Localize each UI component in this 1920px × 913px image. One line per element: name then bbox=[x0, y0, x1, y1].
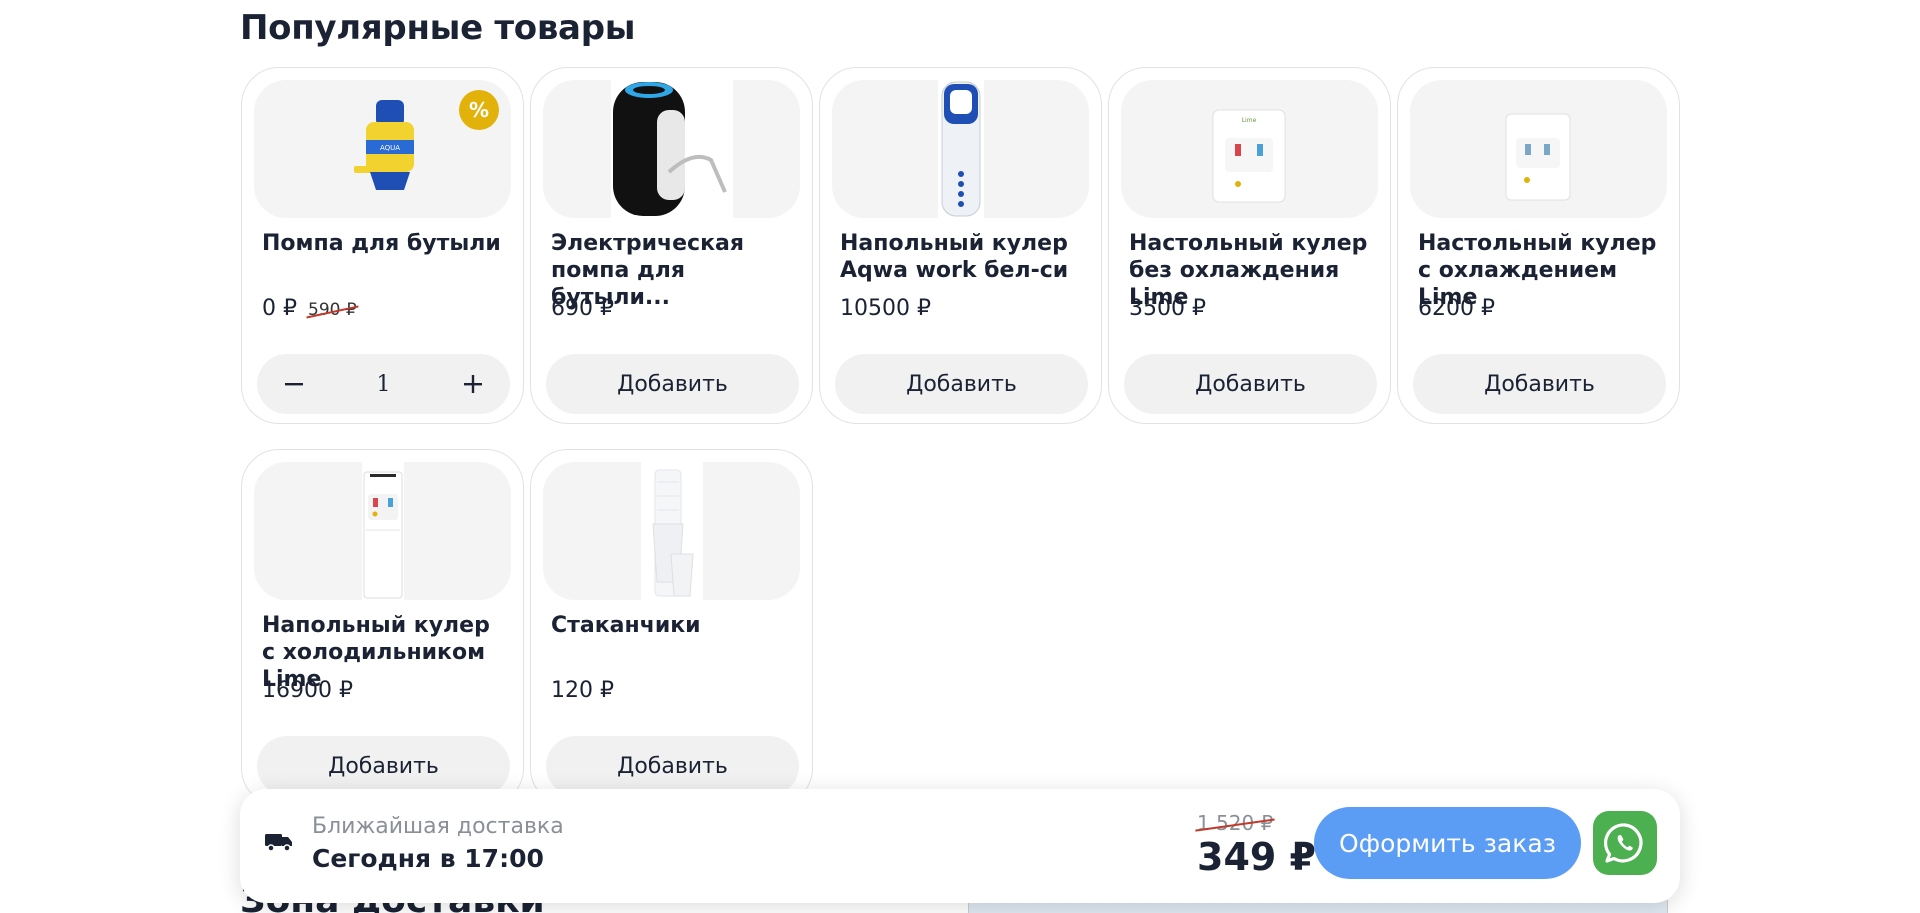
product-name: Стаканчики bbox=[551, 613, 701, 638]
product-old-price: 590 ₽ bbox=[308, 300, 357, 320]
desktop-cooler-image: Lime bbox=[1212, 109, 1286, 203]
product-card-floor-cooler-aqwa[interactable]: Напольный кулер Aqwa work бел-си 10500 ₽… bbox=[819, 67, 1102, 424]
product-image[interactable] bbox=[543, 80, 800, 218]
product-price: 16900 ₽ bbox=[262, 678, 353, 703]
product-price: 120 ₽ bbox=[551, 678, 614, 703]
total-price: 349 ₽ bbox=[1197, 835, 1316, 879]
product-price: 3500 ₽ bbox=[1129, 296, 1206, 321]
product-card-desktop-cooler-cooling[interactable]: Настольный кулер с охлаждением Lime 6200… bbox=[1397, 67, 1680, 424]
quantity-stepper[interactable]: 1 bbox=[257, 354, 510, 414]
svg-text:Lime: Lime bbox=[1242, 117, 1257, 124]
minus-icon[interactable] bbox=[279, 369, 309, 399]
svg-text:AQUA: AQUA bbox=[380, 144, 400, 152]
order-bar: Ближайшая доставка Сегодня в 17:00 1 520… bbox=[240, 789, 1680, 903]
add-button[interactable]: Добавить bbox=[546, 354, 799, 414]
product-image[interactable] bbox=[832, 80, 1089, 218]
product-image[interactable]: Lime bbox=[1121, 80, 1378, 218]
product-price: 0 ₽ bbox=[262, 296, 297, 321]
checkout-button[interactable]: Оформить заказ bbox=[1314, 807, 1581, 879]
truck-icon bbox=[264, 831, 294, 857]
product-card-manual-pump[interactable]: AQUA % Помпа для бутыли 0 ₽ 590 ₽ 1 bbox=[241, 67, 524, 424]
price-row: 0 ₽ 590 ₽ bbox=[262, 296, 357, 321]
product-card-floor-cooler-fridge[interactable]: Напольный кулер с холодильником Lime 169… bbox=[241, 449, 524, 806]
product-image[interactable] bbox=[1410, 80, 1667, 218]
cups-image bbox=[641, 462, 703, 600]
add-button[interactable]: Добавить bbox=[546, 736, 799, 796]
product-card-cups[interactable]: Стаканчики 120 ₽ Добавить bbox=[530, 449, 813, 806]
product-card-desktop-cooler[interactable]: Lime Настольный кулер без охлаждения Lim… bbox=[1108, 67, 1391, 424]
add-button[interactable]: Добавить bbox=[1124, 354, 1377, 414]
delivery-time: Сегодня в 17:00 bbox=[312, 844, 544, 873]
product-price: 10500 ₽ bbox=[840, 296, 931, 321]
product-name: Напольный кулер Aqwa work бел-си bbox=[840, 231, 1069, 283]
floor-cooler-image bbox=[938, 80, 984, 218]
plus-icon[interactable] bbox=[458, 369, 488, 399]
add-button[interactable]: Добавить bbox=[1413, 354, 1666, 414]
product-name: Помпа для бутыли bbox=[262, 231, 501, 256]
product-image[interactable] bbox=[254, 462, 511, 600]
add-button[interactable]: Добавить bbox=[835, 354, 1088, 414]
section-title: Популярные товары bbox=[240, 8, 636, 48]
quantity-value: 1 bbox=[376, 371, 391, 397]
desktop-cooler-cooling-image bbox=[1505, 113, 1571, 201]
delivery-label: Ближайшая доставка bbox=[312, 814, 564, 839]
product-price: 690 ₽ bbox=[551, 296, 614, 321]
whatsapp-button[interactable] bbox=[1593, 811, 1657, 875]
floor-cooler-fridge-image bbox=[362, 462, 404, 600]
product-card-electric-pump[interactable]: Электрическая помпа для бутыли... 690 ₽ … bbox=[530, 67, 813, 424]
total-old-price: 1 520 ₽ bbox=[1197, 811, 1274, 835]
product-image[interactable] bbox=[543, 462, 800, 600]
add-button[interactable]: Добавить bbox=[257, 736, 510, 796]
discount-badge: % bbox=[459, 90, 499, 130]
electric-pump-image bbox=[611, 80, 733, 218]
whatsapp-icon bbox=[1604, 823, 1643, 863]
product-image[interactable]: AQUA % bbox=[254, 80, 511, 218]
product-price: 6200 ₽ bbox=[1418, 296, 1495, 321]
